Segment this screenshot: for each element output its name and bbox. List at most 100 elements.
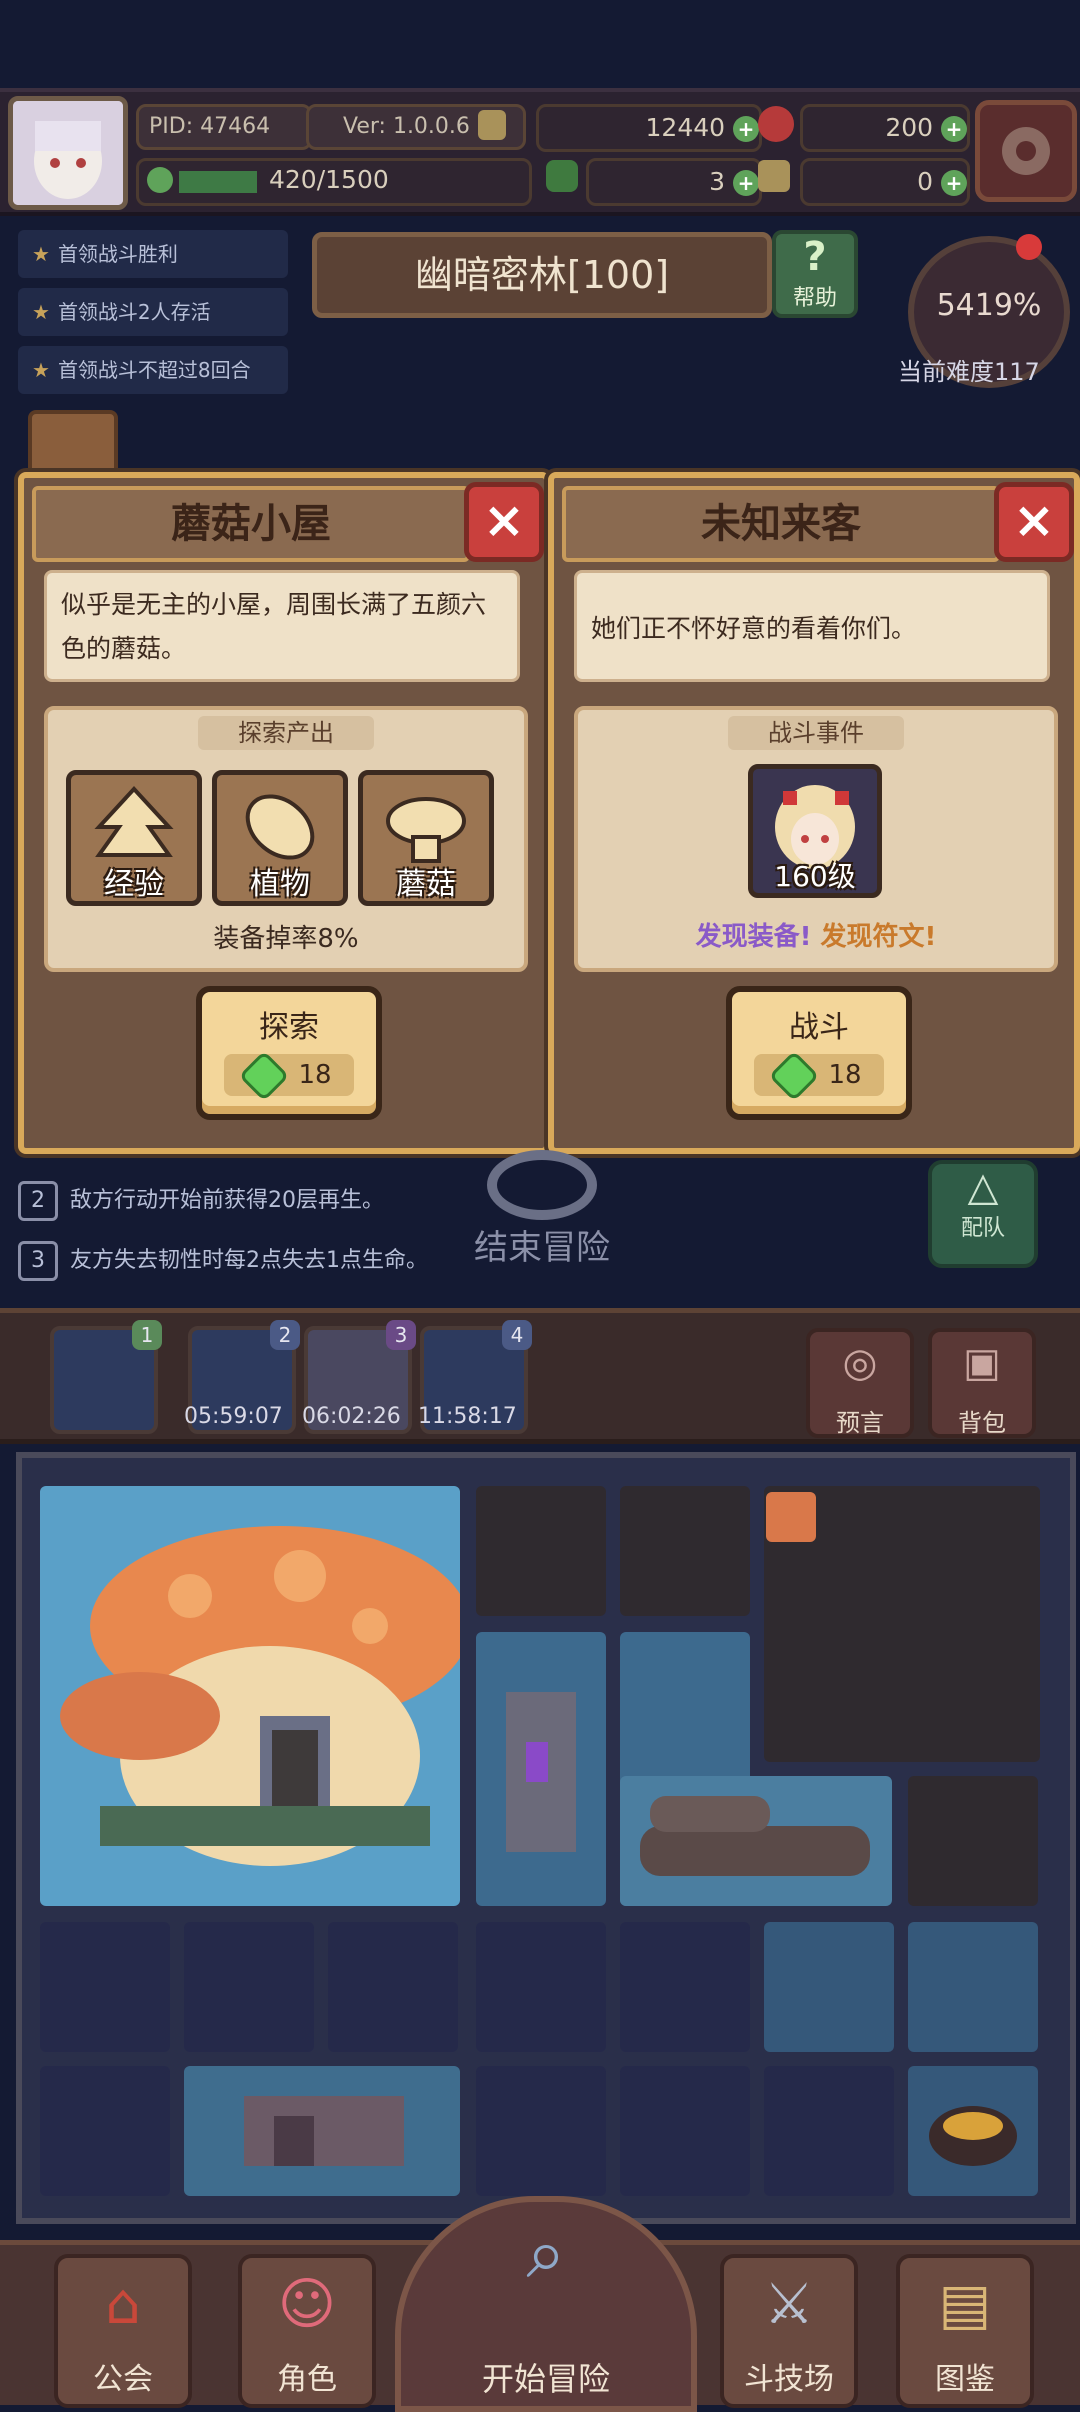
gem-counter: 200 +	[800, 104, 970, 152]
reward-line: 发现装备! 发现符文!	[578, 916, 1054, 953]
start-adventure-label: 开始冒险	[481, 2360, 610, 2398]
add-clover-button[interactable]: +	[733, 170, 759, 196]
lock-icon[interactable]	[766, 1492, 816, 1542]
coin-icon	[478, 110, 506, 140]
output-item-mushroom[interactable]: 蘑菇	[358, 770, 494, 906]
gold-counter: 12440 +	[536, 104, 762, 152]
question-icon: ?	[803, 234, 827, 280]
key-value: 0	[917, 167, 934, 196]
fight-cost: 18	[754, 1050, 884, 1101]
clover-value: 3	[709, 167, 726, 196]
map-tile[interactable]	[40, 2066, 170, 2196]
energy-gem-icon	[238, 1050, 290, 1101]
reward-rune: 发现符文!	[820, 922, 937, 952]
player-avatar[interactable]	[8, 96, 128, 210]
team-button[interactable]: △ 配队	[928, 1160, 1038, 1268]
rule-3: 3 友方失去韧性时每2点失去1点生命。	[18, 1236, 428, 1286]
map-tile[interactable]	[40, 1922, 170, 2052]
slot-1[interactable]: 1	[50, 1320, 162, 1434]
output-item-exp[interactable]: 经验	[66, 770, 202, 906]
help-button[interactable]: ? 帮助	[772, 230, 858, 318]
energy-fill	[179, 171, 257, 193]
quest-3: ★ 首领战斗不超过8回合	[18, 346, 288, 394]
map-tile[interactable]	[908, 1776, 1038, 1906]
map-tile-mushroom-house[interactable]	[40, 1486, 470, 1906]
chest-icon[interactable]	[28, 410, 118, 478]
nav-arena[interactable]: ⚔ 斗技场	[720, 2254, 858, 2408]
enemy-portrait[interactable]: 160级	[748, 764, 882, 898]
map-tile-pot[interactable]	[908, 2066, 1038, 2196]
add-gem-button[interactable]: +	[941, 116, 967, 142]
map-tile[interactable]	[620, 2066, 750, 2196]
map-tile[interactable]	[476, 1922, 606, 2052]
map-tile[interactable]	[620, 1486, 750, 1616]
logs-icon	[640, 1796, 870, 1876]
crossed-swords-icon: ⚔	[763, 2272, 815, 2337]
crystal-ball-icon: ◎	[842, 1340, 878, 1386]
explore-cost: 18	[224, 1050, 354, 1101]
gem-value: 200	[885, 113, 934, 142]
add-key-button[interactable]: +	[941, 170, 967, 196]
map-tile[interactable]	[620, 1922, 750, 2052]
battle-event-panel: 战斗事件 160级 发现装备! 发现符文!	[574, 706, 1058, 972]
map-tile[interactable]	[476, 2066, 606, 2196]
location-title: 幽暗密林[100]	[312, 232, 772, 318]
clover-counter: 3 +	[586, 158, 762, 206]
map-tile[interactable]	[764, 2066, 894, 2196]
slot-4-timer: 11:58:17	[418, 1404, 517, 1429]
difficulty-label: 当前难度117	[898, 358, 1040, 386]
explore-label: 探索	[259, 1010, 319, 1045]
map-tile[interactable]	[764, 1922, 894, 2052]
pot-icon	[929, 2106, 1017, 2166]
map-tile[interactable]	[184, 1922, 314, 2052]
explore-button[interactable]: 探索 18	[196, 986, 382, 1120]
pid-label: PID: 47464	[136, 104, 312, 150]
output-item-plant[interactable]: 植物	[212, 770, 348, 906]
card-description: 她们正不怀好意的看着你们。	[574, 570, 1050, 682]
card-title: 蘑菇小屋	[32, 486, 470, 562]
add-gold-button[interactable]: +	[733, 116, 759, 142]
team-icon: △	[967, 1164, 999, 1210]
quest-1: ★ 首领战斗胜利	[18, 230, 288, 278]
map-tile-shrine[interactable]	[476, 1632, 606, 1906]
rule-2: 2 敌方行动开始前获得20层再生。	[18, 1176, 384, 1226]
star-icon: ★	[32, 242, 50, 266]
fight-button[interactable]: 战斗 18	[726, 986, 912, 1120]
quest-2: ★ 首领战斗2人存活	[18, 288, 288, 336]
slot-3-timer: 06:02:26	[302, 1404, 401, 1429]
close-button[interactable]: ×	[994, 482, 1074, 562]
backpack-button[interactable]: ▣ 背包	[928, 1328, 1036, 1438]
map-tile-logs[interactable]	[620, 1776, 892, 1906]
gem-red-icon	[758, 106, 794, 142]
map-tile[interactable]	[908, 1922, 1038, 2052]
map-tile[interactable]	[328, 1922, 458, 2052]
magnifier-icon: ⌕	[526, 2212, 566, 2294]
nav-guild[interactable]: ⌂ 公会	[54, 2254, 192, 2408]
prophecy-button[interactable]: ◎ 预言	[806, 1328, 914, 1438]
gear-icon	[1002, 127, 1050, 175]
nav-character[interactable]: ☺ 角色	[238, 2254, 376, 2408]
end-adventure-button[interactable]: 结束冒险	[462, 1150, 622, 1276]
difficulty-percent: 5419%	[936, 288, 1042, 323]
close-button[interactable]: ×	[464, 482, 544, 562]
map-tile-ruins[interactable]	[184, 2066, 460, 2196]
backpack-icon: ▣	[963, 1340, 1001, 1386]
card-description: 似乎是无主的小屋，周围长满了五颜六色的蘑菇。	[44, 570, 520, 682]
slot-2-timer: 05:59:07	[184, 1404, 283, 1429]
drop-rate: 装备掉率8%	[213, 924, 359, 954]
nav-codex[interactable]: ▤ 图鉴	[896, 2254, 1034, 2408]
start-adventure-button[interactable]: ⌕ 开始冒险	[395, 2196, 697, 2412]
character-icon: ☺	[277, 2272, 337, 2337]
energy-icon	[147, 167, 173, 193]
explore-output-panel: 探索产出 经验 植物 蘑菇 装备掉率8%	[44, 706, 528, 972]
settings-button[interactable]	[975, 100, 1077, 202]
reward-equipment: 发现装备!	[695, 922, 812, 952]
energy-bar: 420/1500	[136, 158, 532, 206]
star-icon: ★	[32, 358, 50, 382]
close-icon: ×	[1013, 491, 1055, 549]
fight-label: 战斗	[789, 1010, 849, 1045]
cycle-icon	[487, 1150, 597, 1220]
map-tile[interactable]	[476, 1486, 606, 1616]
star-icon: ★	[32, 300, 50, 324]
middle-dock	[0, 1308, 1080, 1444]
